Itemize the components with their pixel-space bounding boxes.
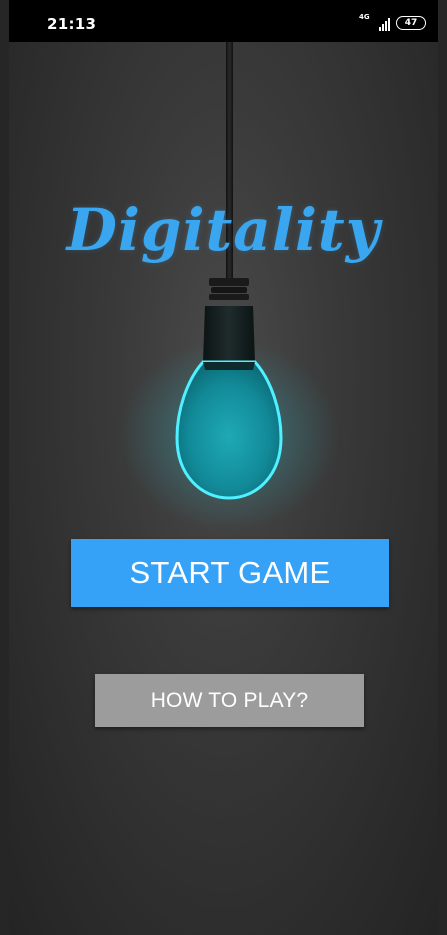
network-type-label: 4G — [359, 13, 370, 21]
app-title: Digitality — [66, 196, 381, 264]
how-to-play-button[interactable]: HOW TO PLAY? — [95, 674, 364, 727]
status-icons: 4G 47 — [359, 13, 426, 31]
device-frame-right — [438, 0, 447, 935]
network-type-indicator: 4G — [359, 13, 373, 31]
main-menu-screen: 21:13 4G 47 Digitality START GAME HOW TO… — [9, 0, 438, 935]
signal-bars-icon — [379, 17, 390, 31]
light-bulb-icon — [119, 278, 339, 530]
start-game-button[interactable]: START GAME — [71, 539, 389, 607]
device-frame-left — [0, 0, 9, 935]
status-time: 21:13 — [47, 15, 97, 33]
battery-level: 47 — [404, 18, 418, 28]
battery-icon: 47 — [396, 16, 426, 30]
status-bar: 21:13 4G 47 — [9, 0, 438, 42]
